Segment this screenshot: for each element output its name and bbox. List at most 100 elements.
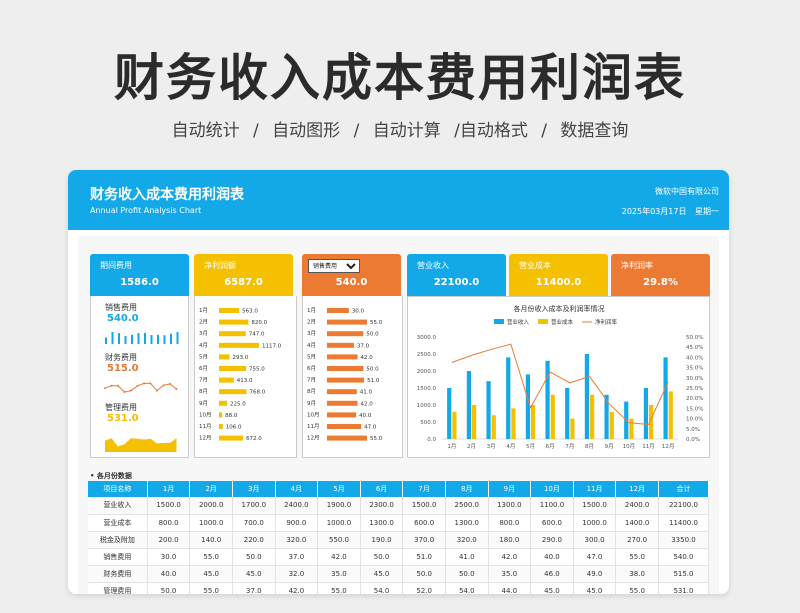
profit-bar xyxy=(219,400,228,406)
y-tick-label: 3000.0 xyxy=(417,335,437,341)
table-cell: 3350.0 xyxy=(658,531,710,549)
report-title: 财务收入成本费用利润表 xyxy=(90,187,244,203)
month-label: 11月 xyxy=(307,423,320,430)
table-cell: 50.0 xyxy=(232,548,276,566)
table-body: 营业收入 1500.0 2000.0 1700.0 2400.0 1900.0 2300.0… xyxy=(88,497,710,594)
x-tick-label: 8月 xyxy=(585,443,594,450)
table-row: 销售费用 30.0 55.0 50.0 37.0 42.0 50.0 51.0 41.0 42.0… xyxy=(88,548,710,566)
table-cell: 1000.0 xyxy=(189,514,233,532)
finance-spark-line xyxy=(104,382,177,393)
table-cell: 42.0 xyxy=(488,548,532,566)
table-cell: 55.0 xyxy=(317,582,361,594)
revenue-bar xyxy=(466,371,471,439)
report-card: 财务收入成本费用利润表 Annual Profit Analysis Chart… xyxy=(68,170,729,594)
revenue-bar xyxy=(525,374,530,439)
y-tick-label: 2000.0 xyxy=(417,369,437,375)
cost-bar xyxy=(491,415,496,439)
sales-value-label: 47.0 xyxy=(364,425,377,431)
month-label: 6月 xyxy=(199,365,208,372)
table-cell: 1300.0 xyxy=(360,514,404,532)
profit-value-label: 106.0 xyxy=(226,425,242,431)
table-row: 管理费用 50.0 55.0 37.0 42.0 55.0 54.0 52.0 54.0 44.0… xyxy=(88,582,710,594)
table-cell: 1000.0 xyxy=(317,514,361,532)
sales-spark-bar xyxy=(163,335,166,344)
table-cell: 600.0 xyxy=(530,514,574,532)
month-label: 12月 xyxy=(199,435,212,442)
cost-bar xyxy=(590,394,595,439)
y2-tick-label: 50.0% xyxy=(686,335,703,341)
table-header-cell: 5月 xyxy=(317,481,361,497)
finance-spark-point xyxy=(149,382,152,385)
table-cell: 1400.0 xyxy=(615,514,659,532)
table-cell: 2300.0 xyxy=(360,497,404,515)
table-cell: 44.0 xyxy=(488,582,532,594)
table-header-cell: 12月 xyxy=(615,481,659,497)
sales-value-label: 30.0 xyxy=(352,309,365,315)
table-cell: 1300.0 xyxy=(445,514,489,532)
expense-type-select[interactable]: 销售费用 xyxy=(308,259,360,273)
month-label: 9月 xyxy=(199,400,208,407)
table-cell: 销售费用 xyxy=(88,548,148,566)
kpi-label: 净利润率 xyxy=(621,261,653,270)
table-header-cell: 11月 xyxy=(573,481,617,497)
sales-bar-chart: 1月 30.0 2月 55.0 3月 50.0 4月 37.0 5月 42.0 6月 50.0 7月 51… xyxy=(307,307,383,442)
revenue-bar xyxy=(486,381,491,439)
sales-value-label: 55.0 xyxy=(370,436,383,442)
kpi-label: 净利润额 xyxy=(204,261,236,270)
profit-value-label: 820.0 xyxy=(251,320,267,326)
profit-value-label: 563.0 xyxy=(242,309,258,315)
profit-value-label: 88.0 xyxy=(225,413,238,419)
table-cell: 2400.0 xyxy=(615,497,659,515)
kpi-label: 营业成本 xyxy=(519,261,551,270)
month-label: 8月 xyxy=(307,388,316,395)
table-cell: 40.0 xyxy=(530,548,574,566)
table-header-cell: 7月 xyxy=(402,481,446,497)
sales-spark-bar xyxy=(131,334,133,344)
sales-value-label: 55.0 xyxy=(370,320,383,326)
monthly-combo-chart: 各月份收入成本及利润率情况营业收入 营业成本 净利润率 0.0 500.0 1000.0 1… xyxy=(417,304,704,450)
x-tick-label: 9月 xyxy=(605,443,614,450)
sales-bar xyxy=(327,331,364,337)
monthly-data-table: 项目名称 1月 2月 3月 4月 5月 6月 7月 8月 9月 10月 11月 12月 合计 营业收入 15… xyxy=(88,481,710,594)
sales-spark-bar xyxy=(144,332,146,344)
table-cell: 47.0 xyxy=(573,548,617,566)
table-cell: 50.0 xyxy=(445,565,489,583)
table-cell: 30.0 xyxy=(147,548,191,566)
revenue-bar xyxy=(506,357,511,439)
table-cell: 37.0 xyxy=(232,582,276,594)
date-text: 2025年03月17日 xyxy=(621,207,687,216)
month-label: 8月 xyxy=(199,388,208,395)
y-tick-label: 1000.0 xyxy=(417,403,437,409)
manage-spark-area xyxy=(105,438,177,452)
kpi-value: 540.0 xyxy=(335,277,368,288)
sales-value-label: 51.0 xyxy=(367,378,380,384)
profit-value-label: 768.0 xyxy=(250,390,266,396)
feature-list: 自动统计 / 自动图形 / 自动计算 /自动格式 / 数据查询 xyxy=(0,116,800,141)
feature-item: 数据查询 xyxy=(560,121,629,141)
table-cell: 1300.0 xyxy=(488,497,532,515)
table-cell: 800.0 xyxy=(488,514,532,532)
y2-tick-label: 15.0% xyxy=(686,406,703,412)
month-label: 11月 xyxy=(199,423,212,430)
table-cell: 1100.0 xyxy=(530,497,574,515)
table-cell: 2400.0 xyxy=(275,497,319,515)
table-cell: 50.0 xyxy=(360,548,404,566)
month-label: 5月 xyxy=(307,353,316,360)
table-row: 营业成本 800.0 1000.0 700.0 900.0 1000.0 1300.0 600… xyxy=(88,514,710,532)
y-tick-label: 2500.0 xyxy=(417,352,437,358)
kpi-net-profit: 净利润额 6587.0 xyxy=(194,254,293,296)
profit-bar xyxy=(219,308,240,313)
finance-spark-point xyxy=(104,387,106,390)
expense-mini-panel: 销售费用 540.0 财务费用 515.0 管理费用 531.0 xyxy=(90,296,189,458)
report-subtitle: Annual Profit Analysis Chart xyxy=(90,206,202,215)
sales-value-label: 50.0 xyxy=(366,367,379,373)
report-date: 2025年03月17日 星期一 xyxy=(622,206,719,217)
sales-bar xyxy=(327,308,349,313)
table-header-row: 项目名称 1月 2月 3月 4月 5月 6月 7月 8月 9月 10月 11月 12月 合计 xyxy=(88,481,710,497)
table-cell: 管理费用 xyxy=(88,582,148,594)
profit-bar xyxy=(219,435,244,441)
cost-bar xyxy=(550,394,555,439)
profit-bar-chart: 1月 563.0 2月 820.0 3月 747.0 4月 1117.0 5月 293.0 6月 75… xyxy=(199,307,282,442)
x-tick-label: 5月 xyxy=(526,443,535,450)
profit-bar xyxy=(219,366,247,371)
